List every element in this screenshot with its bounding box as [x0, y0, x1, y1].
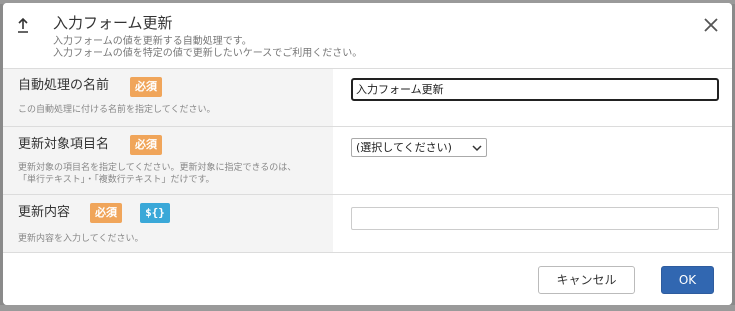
cancel-button[interactable]: キャンセル	[538, 266, 635, 294]
field-row-content: 更新内容 必須 ${} 更新内容を入力してください。	[3, 195, 732, 253]
dialog-description: 入力フォームの値を更新する自動処理です。 入力フォームの値を特定の値で更新したい…	[53, 36, 362, 60]
field-help-line: 更新対象の項目名を指定してください。更新対象に指定できるのは、	[18, 163, 297, 173]
field-label-column: 更新内容 必須 ${} 更新内容を入力してください。	[3, 195, 333, 252]
required-badge: 必須	[130, 135, 162, 155]
field-row-target: 更新対象項目名 必須 更新対象の項目名を指定してください。更新対象に指定できるの…	[3, 127, 732, 195]
dialog-description-line: 入力フォームの値を特定の値で更新したいケースでご利用ください。	[53, 48, 363, 59]
target-field-select[interactable]: (選択してください)	[351, 138, 487, 157]
required-badge: 必須	[90, 203, 122, 223]
dialog-header: 入力フォーム更新 入力フォームの値を更新する自動処理です。 入力フォームの値を特…	[3, 3, 732, 69]
dialog-description-line: 入力フォームの値を更新する自動処理です。	[53, 36, 252, 47]
field-label: 更新内容	[18, 205, 71, 220]
field-label-column: 自動処理の名前 必須 この自動処理に付ける名前を指定してください。	[3, 69, 333, 126]
field-label: 自動処理の名前	[18, 78, 110, 93]
upload-icon	[18, 17, 28, 33]
variable-badge: ${}	[140, 203, 170, 223]
field-help-text: 更新内容を入力してください。	[18, 234, 144, 244]
close-icon[interactable]	[701, 15, 721, 35]
field-help-text: 更新対象の項目名を指定してください。更新対象に指定できるのは、 「単行テキスト」…	[18, 162, 296, 186]
dialog-title: 入力フォーム更新	[53, 14, 173, 32]
required-badge: 必須	[130, 77, 162, 97]
backdrop	[0, 305, 735, 311]
select-value: (選択してください)	[356, 141, 452, 154]
field-row-name: 自動処理の名前 必須 この自動処理に付ける名前を指定してください。 入力フォーム…	[3, 69, 732, 127]
automation-name-input[interactable]: 入力フォーム更新	[351, 78, 719, 101]
update-content-input[interactable]	[351, 207, 719, 230]
field-help-text: この自動処理に付ける名前を指定してください。	[18, 105, 216, 115]
update-form-dialog: 入力フォーム更新 入力フォームの値を更新する自動処理です。 入力フォームの値を特…	[3, 3, 732, 305]
dialog-footer: キャンセル OK	[3, 253, 732, 305]
field-help-line: 「単行テキスト」・「複数行テキスト」だけです。	[18, 175, 215, 185]
chevron-down-icon	[472, 145, 482, 152]
field-label-column: 更新対象項目名 必須 更新対象の項目名を指定してください。更新対象に指定できるの…	[3, 127, 333, 194]
ok-button[interactable]: OK	[661, 266, 714, 294]
field-label: 更新対象項目名	[18, 137, 110, 152]
